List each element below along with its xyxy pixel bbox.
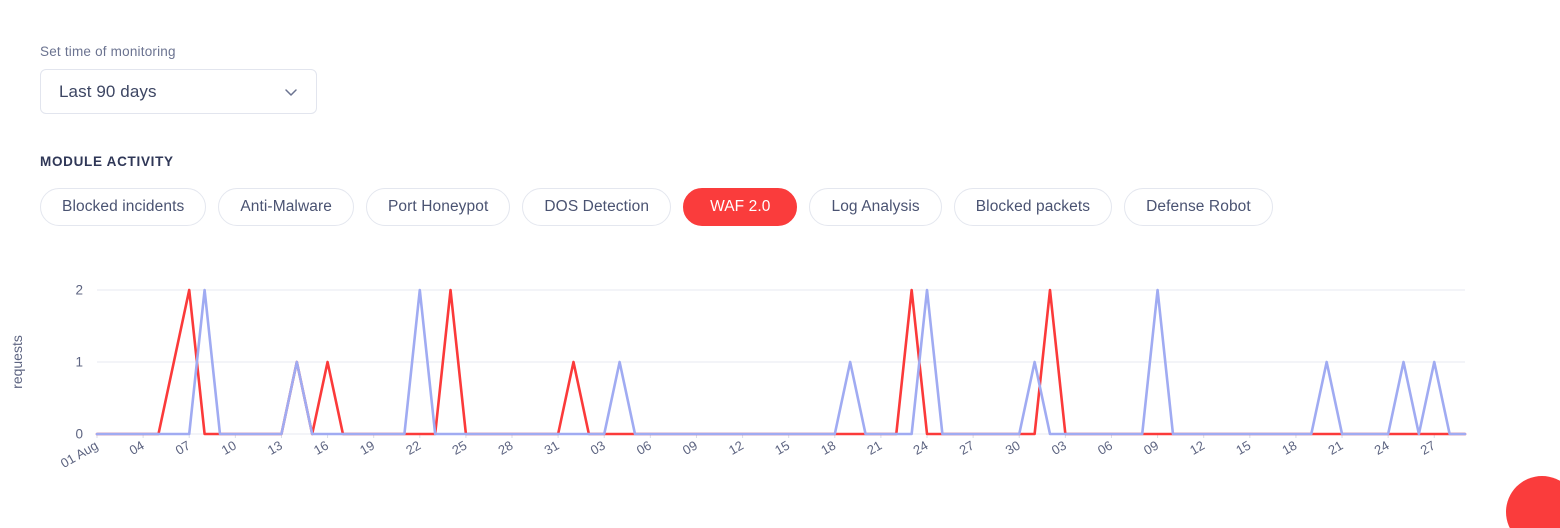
module-tab-label: Blocked incidents: [62, 198, 185, 215]
module-tab-label: Port Honeypot: [387, 198, 489, 215]
module-tab-port-honeypot[interactable]: Port Honeypot: [365, 188, 511, 226]
x-axis-tick-label: 19: [357, 438, 377, 458]
module-tab-label: Log Analysis: [831, 198, 920, 215]
y-axis-tick-label: 1: [75, 355, 83, 370]
module-tab-blocked-packets[interactable]: Blocked packets: [953, 188, 1113, 226]
module-tab-label: DOS Detection: [544, 198, 650, 215]
module-tab-defense-robot[interactable]: Defense Robot: [1124, 188, 1273, 226]
time-range-select[interactable]: Last 90 days: [40, 69, 317, 114]
y-axis-tick-label: 0: [75, 427, 83, 442]
module-tab-log-analysis[interactable]: Log Analysis: [809, 188, 942, 226]
x-axis-tick-label: 15: [772, 438, 792, 458]
module-tab-list: Blocked incidents Anti-Malware Port Honeyp…: [40, 188, 1273, 226]
x-axis-tick-label: 15: [1233, 438, 1253, 458]
x-axis-tick-label: 21: [1326, 438, 1346, 458]
x-axis-tick-label: 09: [680, 438, 700, 458]
x-axis-tick-label: 03: [588, 438, 608, 458]
x-axis-tick-label: 18: [1279, 438, 1299, 458]
x-axis-tick-label: 06: [634, 438, 654, 458]
module-tab-label: Defense Robot: [1146, 198, 1251, 215]
x-axis-tick-label: 21: [864, 438, 884, 458]
page-title: MODULE ACTIVITY: [40, 154, 174, 169]
x-axis-tick-label: 06: [1095, 438, 1115, 458]
activity-chart-svg: 012requests01 Aug 04 07 10 13 16 19 22 25 28 31 03 0…: [9, 283, 1467, 471]
x-axis-tick-label: 09: [1141, 438, 1161, 458]
x-axis-tick-label: 12: [726, 438, 746, 458]
time-range-value: Last 90 days: [59, 81, 157, 101]
x-axis-tick-label: 12: [1187, 438, 1207, 458]
y-axis-title: requests: [9, 335, 25, 389]
module-tab-label: WAF 2.0: [710, 198, 771, 215]
y-axis-tick-label: 2: [75, 283, 83, 298]
module-tab-label: Anti-Malware: [240, 198, 332, 215]
module-activity-page: Set time of monitoring Last 90 days MODU…: [0, 0, 1560, 528]
x-axis-tick-label: 30: [1003, 438, 1023, 458]
x-axis-tick-label: 01 Aug: [58, 438, 101, 471]
module-tab-dos-detection[interactable]: DOS Detection: [522, 188, 672, 226]
x-axis-tick-label: 18: [818, 438, 838, 458]
module-tab-blocked-incidents[interactable]: Blocked incidents: [40, 188, 207, 226]
activity-chart: 0 1 2 requests 01 Aug 04 07 10 13 16 19 22 25 28 31 03 0…: [0, 262, 1520, 482]
x-axis-tick-label: 27: [1418, 438, 1438, 458]
x-axis-tick-label: 16: [311, 438, 331, 458]
x-axis-tick-label: 31: [542, 438, 562, 458]
x-axis-tick-label: 28: [495, 438, 515, 458]
x-axis-tick-label: 03: [1049, 438, 1069, 458]
x-axis-tick-label: 04: [127, 438, 147, 458]
x-axis-tick-label: 13: [265, 438, 285, 458]
x-axis-tick-label: 07: [173, 438, 193, 458]
time-selector-block: Set time of monitoring Last 90 days: [40, 44, 317, 114]
x-axis-tick-label: 27: [957, 438, 977, 458]
module-tab-waf-2-0[interactable]: WAF 2.0: [683, 188, 798, 226]
module-tab-anti-malware[interactable]: Anti-Malware: [218, 188, 354, 226]
x-axis-tick-label: 24: [910, 438, 930, 458]
chevron-down-icon: [282, 83, 300, 101]
time-selector-label: Set time of monitoring: [40, 44, 176, 59]
x-axis-tick-label: 25: [449, 438, 469, 458]
x-axis-tick-label: 10: [219, 438, 239, 458]
help-chat-button[interactable]: [1506, 476, 1560, 528]
x-axis-tick-label: 24: [1372, 438, 1392, 458]
x-axis-tick-label: 22: [403, 438, 423, 458]
module-tab-label: Blocked packets: [975, 198, 1091, 215]
